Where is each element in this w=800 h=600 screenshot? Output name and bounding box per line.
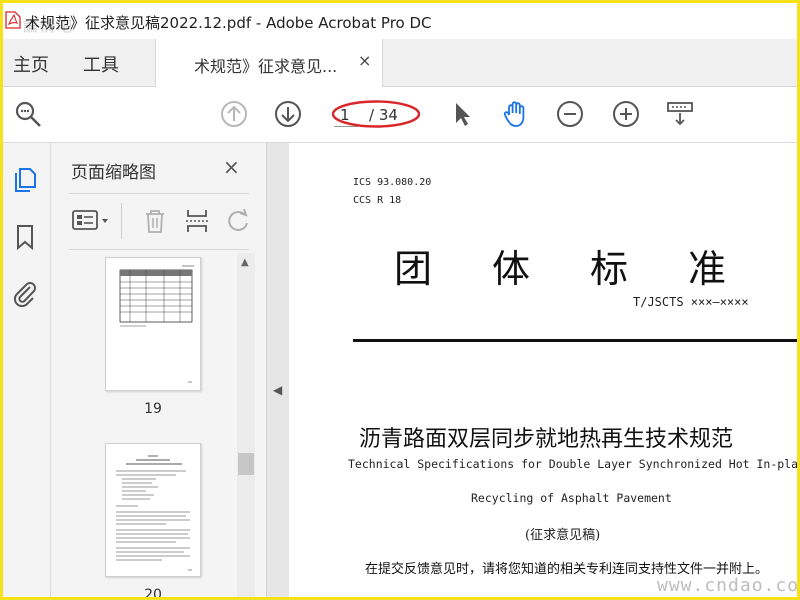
hand-tool-icon[interactable] xyxy=(501,99,531,129)
thumbnail-page[interactable] xyxy=(105,257,201,391)
scroll-up-icon[interactable]: ▲ xyxy=(241,257,249,268)
zoom-in-icon[interactable] xyxy=(611,99,641,129)
panel-close-icon[interactable]: × xyxy=(223,155,240,179)
doc-title-chinese: 沥青路面双层同步就地热再生技术规范 xyxy=(359,427,734,452)
next-page-icon[interactable] xyxy=(273,99,303,129)
delete-icon[interactable] xyxy=(141,207,169,235)
attachment-icon[interactable] xyxy=(11,279,39,307)
document-tab-label: 术规范》征求意见... xyxy=(194,57,338,76)
doc-ics-code: ICS 93.080.20 xyxy=(353,177,432,188)
document-tab[interactable]: 术规范》征求意见... × xyxy=(155,39,383,87)
page-thumbnails-icon[interactable] xyxy=(11,165,39,193)
pdf-file-icon xyxy=(5,11,21,29)
panel-divider xyxy=(69,193,249,194)
app-window: 論情吧 术规范》征求意见稿2022.12.pdf - Adobe Acrobat… xyxy=(0,0,800,600)
thumbnail-preview xyxy=(119,265,194,383)
tools-separator xyxy=(121,203,122,239)
title-bar: 論情吧 术规范》征求意见稿2022.12.pdf - Adobe Acrobat… xyxy=(3,3,797,39)
thumbnail-list: 19 20 xyxy=(69,253,237,600)
panel-toolbar xyxy=(69,199,249,243)
window-title: 术规范》征求意见稿2022.12.pdf - Adobe Acrobat Pro… xyxy=(25,14,432,32)
doc-standard-code: T/JSCTS ×××—×××× xyxy=(633,295,749,309)
doc-horizontal-rule xyxy=(353,339,797,342)
doc-draft-label: (征求意见稿) xyxy=(525,528,601,543)
watermark-text: www.cndao.com xyxy=(657,575,800,596)
thumbnails-panel: 页面缩略图 × 19 20 ▲ xyxy=(51,143,267,600)
zoom-out-icon[interactable] xyxy=(555,99,585,129)
search-zoom-icon[interactable] xyxy=(13,99,43,129)
annotation-highlight-ellipse xyxy=(331,100,421,128)
panel-collapse-strip[interactable]: ◀ xyxy=(267,143,289,597)
tab-bar: 主页 工具 术规范》征求意见... × xyxy=(3,39,797,87)
page-display-icon[interactable] xyxy=(665,99,695,129)
doc-ccs-code: CCS R 18 xyxy=(353,195,402,206)
thumbnail-page-number: 19 xyxy=(144,401,162,417)
doc-heading: 团体标准 xyxy=(394,247,787,291)
scrollbar-thumb[interactable] xyxy=(238,453,254,475)
thumbnail-options-icon[interactable] xyxy=(71,207,115,235)
doc-title-english-line2: Recycling of Asphalt Pavement xyxy=(471,491,672,505)
collapse-left-icon[interactable]: ◀ xyxy=(273,383,282,397)
bookmark-icon[interactable] xyxy=(11,223,39,251)
doc-title-english-line1: Technical Specifications for Double Laye… xyxy=(348,457,800,471)
thumbnail-page[interactable] xyxy=(105,443,201,577)
tab-close-icon[interactable]: × xyxy=(358,51,371,70)
panel-title: 页面缩略图 xyxy=(71,163,156,183)
navigation-rail xyxy=(3,143,51,597)
thumbnail-page-number: 20 xyxy=(144,587,162,600)
panel-divider xyxy=(69,249,249,250)
rotate-icon[interactable] xyxy=(225,207,253,235)
select-cursor-icon[interactable] xyxy=(447,99,477,129)
thumbnail-preview xyxy=(116,455,192,571)
previous-page-icon[interactable] xyxy=(219,99,249,129)
document-page: ICS 93.080.20 CCS R 18 团体标准 T/JSCTS ×××—… xyxy=(289,143,800,597)
menu-tools[interactable]: 工具 xyxy=(83,51,119,77)
menu-home[interactable]: 主页 xyxy=(13,51,49,77)
insert-page-icon[interactable] xyxy=(183,207,211,235)
thumbnail-scrollbar[interactable]: ▲ xyxy=(237,253,255,597)
